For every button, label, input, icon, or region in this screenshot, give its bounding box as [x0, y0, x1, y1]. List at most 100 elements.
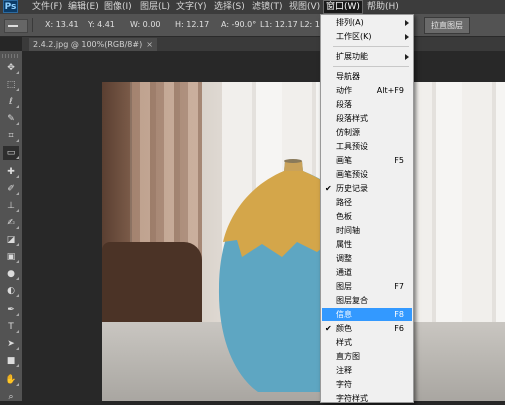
menu-edit[interactable]: 编辑(E) — [66, 1, 101, 13]
menu-item-label: 调整 — [336, 254, 352, 263]
x-readout: X: 13.41 — [45, 20, 79, 29]
menu-item-label: 色板 — [336, 212, 352, 221]
menu-item-label: 画笔 — [336, 156, 352, 165]
panel-grip[interactable] — [2, 54, 20, 58]
straighten-layer-button[interactable]: 拉直图层 — [424, 17, 470, 34]
menu-item-shortcut: F5 — [394, 156, 404, 165]
menu-item-label: 图层 — [336, 282, 352, 291]
menu-filter[interactable]: 滤镜(T) — [250, 1, 285, 13]
menu-item-brush[interactable]: 画笔 F5 — [322, 154, 412, 167]
menu-item-actions[interactable]: 动作 Alt+F9 — [322, 84, 412, 97]
brush-tool-icon[interactable]: ✐ — [3, 182, 19, 196]
menu-item-notes[interactable]: 注释 — [322, 364, 412, 377]
gradient-tool-icon[interactable]: ▣ — [3, 250, 19, 264]
menu-item-label: 属性 — [336, 240, 352, 249]
menu-item-tool-presets[interactable]: 工具预设 — [322, 140, 412, 153]
y-readout: Y: 4.41 — [88, 20, 115, 29]
menu-image[interactable]: 图像(I) — [102, 1, 134, 13]
pen-tool-icon[interactable]: ✒ — [3, 303, 19, 317]
blur-tool-icon[interactable]: ● — [3, 267, 19, 281]
window-menu-dropdown: 排列(A) 工作区(K) 扩展功能 导航器 动作 Alt+F9 段落 段落样式 仿… — [320, 14, 414, 403]
menu-item-timeline[interactable]: 时间轴 — [322, 224, 412, 237]
menu-item-color[interactable]: ✔ 颜色 F6 — [322, 322, 412, 335]
menu-item-styles[interactable]: 样式 — [322, 336, 412, 349]
options-bar: X: 13.41 Y: 4.41 W: 0.00 H: 12.17 A: -90… — [0, 14, 505, 37]
menu-item-histogram[interactable]: 直方图 — [322, 350, 412, 363]
menu-item-label: 字符样式 — [336, 394, 368, 403]
menu-item-extensions[interactable]: 扩展功能 — [322, 50, 412, 63]
menu-item-label: 导航器 — [336, 72, 360, 81]
menu-window[interactable]: 窗口(W) — [323, 0, 363, 14]
height-readout: H: 12.17 — [175, 20, 210, 29]
menu-item-paragraph[interactable]: 段落 — [322, 98, 412, 111]
menu-item-channels[interactable]: 通道 — [322, 266, 412, 279]
lasso-tool-icon[interactable]: ℓ — [3, 95, 19, 109]
eraser-tool-icon[interactable]: ◪ — [3, 233, 19, 247]
menu-item-workspace[interactable]: 工作区(K) — [322, 30, 412, 43]
menu-item-history[interactable]: ✔ 历史记录 — [322, 182, 412, 195]
shape-tool-icon[interactable]: ■ — [3, 354, 19, 368]
menu-item-brush-presets[interactable]: 画笔预设 — [322, 168, 412, 181]
menu-view[interactable]: 视图(V) — [287, 1, 322, 13]
tools-panel: ✥ ⬚ ℓ ✎ ⌗ ▭ ✚ ✐ ⊥ ✍ ◪ ▣ ● ◐ ✒ T ➤ ■ ✋ ⌕ — [0, 51, 23, 404]
menu-item-label: 颜色 — [336, 324, 352, 333]
ruler-tool-icon[interactable]: ▭ — [3, 146, 19, 160]
document-tab[interactable]: 2.4.2.jpg @ 100%(RGB/8#) × — [29, 38, 157, 51]
ruler-tool-icon[interactable] — [4, 19, 28, 33]
menu-item-label: 排列(A) — [336, 18, 364, 27]
menu-item-info[interactable]: 信息 F8 — [322, 308, 412, 321]
menu-item-layer-comps[interactable]: 图层复合 — [322, 294, 412, 307]
menu-item-label: 画笔预设 — [336, 170, 368, 179]
type-tool-icon[interactable]: T — [3, 320, 19, 334]
menu-item-swatches[interactable]: 色板 — [322, 210, 412, 223]
crop-tool-icon[interactable]: ⌗ — [3, 129, 19, 143]
menu-item-properties[interactable]: 属性 — [322, 238, 412, 251]
menu-item-label: 动作 — [336, 86, 352, 95]
close-tab-icon[interactable]: × — [146, 40, 153, 49]
menu-item-label: 图层复合 — [336, 296, 368, 305]
menu-item-character[interactable]: 字符 — [322, 378, 412, 391]
menu-separator — [333, 66, 409, 67]
marquee-tool-icon[interactable]: ⬚ — [3, 78, 19, 92]
menu-help[interactable]: 帮助(H) — [365, 1, 401, 13]
hand-tool-icon[interactable]: ✋ — [3, 373, 19, 387]
menu-item-label: 时间轴 — [336, 226, 360, 235]
menu-item-paths[interactable]: 路径 — [322, 196, 412, 209]
history-brush-tool-icon[interactable]: ✍ — [3, 216, 19, 230]
zoom-tool-icon[interactable]: ⌕ — [3, 390, 19, 404]
menu-file[interactable]: 文件(F) — [30, 1, 64, 13]
clone-stamp-tool-icon[interactable]: ⊥ — [3, 199, 19, 213]
menu-bar: Ps 文件(F) 编辑(E) 图像(I) 图层(L) 文字(Y) 选择(S) 滤… — [0, 0, 505, 14]
menu-item-shortcut: F8 — [394, 310, 404, 319]
menu-item-label: 字符 — [336, 380, 352, 389]
move-tool-icon[interactable]: ✥ — [3, 61, 19, 75]
checkmark-icon: ✔ — [325, 324, 332, 333]
menu-item-arrange[interactable]: 排列(A) — [322, 16, 412, 29]
document-tab-title: 2.4.2.jpg @ 100%(RGB/8#) — [33, 40, 143, 49]
menu-type[interactable]: 文字(Y) — [174, 1, 209, 13]
menu-select[interactable]: 选择(S) — [212, 1, 247, 13]
angle-readout: A: -90.0° — [221, 20, 257, 29]
document-tab-bar: 2.4.2.jpg @ 100%(RGB/8#) × — [22, 37, 505, 51]
dodge-tool-icon[interactable]: ◐ — [3, 284, 19, 298]
menu-item-shortcut: Alt+F9 — [376, 86, 404, 95]
menu-item-label: 工具预设 — [336, 142, 368, 151]
path-select-tool-icon[interactable]: ➤ — [3, 337, 19, 351]
menu-item-layers[interactable]: 图层 F7 — [322, 280, 412, 293]
menu-item-character-styles[interactable]: 字符样式 — [322, 392, 412, 405]
quick-select-tool-icon[interactable]: ✎ — [3, 112, 19, 126]
menu-item-clone-source[interactable]: 仿制源 — [322, 126, 412, 139]
vase-photo[interactable] — [102, 82, 505, 401]
length1-readout: L1: 12.17 — [260, 20, 298, 29]
healing-tool-icon[interactable]: ✚ — [3, 165, 19, 179]
menu-item-label: 段落 — [336, 100, 352, 109]
menu-item-label: 注释 — [336, 366, 352, 375]
menu-item-paragraph-styles[interactable]: 段落样式 — [322, 112, 412, 125]
menu-item-adjustments[interactable]: 调整 — [322, 252, 412, 265]
menu-item-navigator[interactable]: 导航器 — [322, 70, 412, 83]
menu-layer[interactable]: 图层(L) — [138, 1, 172, 13]
submenu-arrow-icon — [405, 54, 409, 60]
menu-item-label: 仿制源 — [336, 128, 360, 137]
menu-item-label: 历史记录 — [336, 184, 368, 193]
canvas-area[interactable] — [22, 51, 505, 401]
